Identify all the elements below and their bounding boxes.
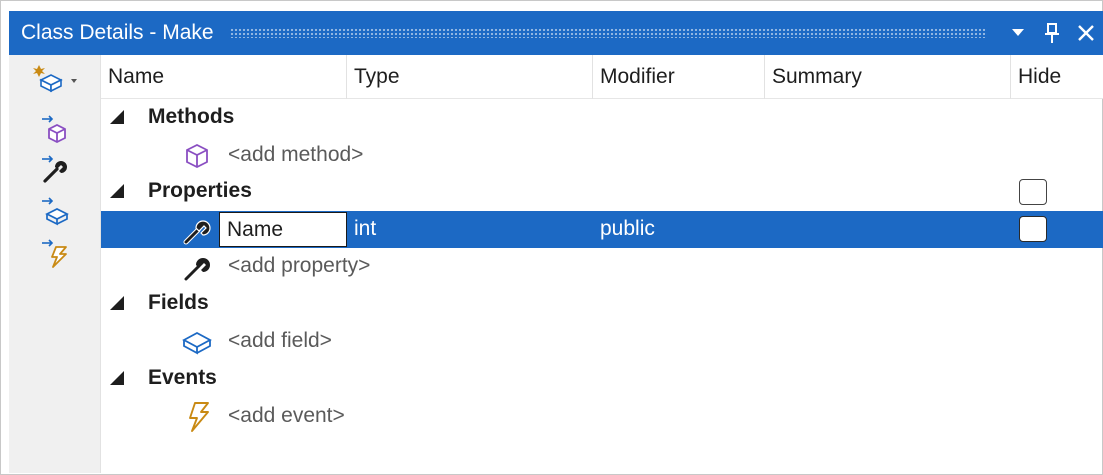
- member-toolbar: [9, 55, 101, 473]
- new-event-button[interactable]: [37, 237, 73, 273]
- window-title: Class Details - Make: [21, 21, 214, 44]
- collapse-triangle-icon[interactable]: [109, 295, 125, 311]
- new-method-icon: [40, 114, 70, 149]
- column-header-summary[interactable]: Summary: [765, 55, 1011, 99]
- new-property-button[interactable]: [37, 153, 73, 189]
- new-member-dropdown-button[interactable]: [27, 63, 85, 99]
- title-bar: Class Details - Make: [9, 11, 1103, 55]
- column-header-name[interactable]: Name: [101, 55, 347, 99]
- title-drag-grip[interactable]: [229, 28, 987, 38]
- add-property-row[interactable]: <add property>: [101, 248, 1103, 285]
- column-header-modifier[interactable]: Modifier: [593, 55, 765, 99]
- property-wrench-icon: [181, 251, 213, 283]
- new-property-icon: [40, 154, 70, 189]
- new-field-icon: [40, 196, 70, 231]
- chevron-down-icon: [1011, 28, 1025, 38]
- group-row-methods[interactable]: Methods: [101, 100, 1103, 137]
- group-row-fields[interactable]: Fields: [101, 286, 1103, 323]
- hide-properties-checkbox[interactable]: [1019, 179, 1047, 205]
- class-details-grid: Name Type Modifier Summary Hide Methods …: [101, 55, 1103, 473]
- group-label-methods: Methods: [148, 105, 235, 128]
- field-icon: [181, 326, 213, 358]
- group-label-events: Events: [148, 366, 217, 389]
- collapse-triangle-icon[interactable]: [109, 183, 125, 199]
- property-type-cell[interactable]: int: [354, 217, 376, 241]
- class-details-window: Class Details - Make Name Type Modifier …: [0, 0, 1103, 475]
- group-row-properties[interactable]: Properties: [101, 174, 1103, 211]
- close-button[interactable]: [1069, 11, 1103, 55]
- new-event-icon: [40, 238, 70, 273]
- pin-button[interactable]: [1035, 11, 1069, 55]
- column-header-type[interactable]: Type: [347, 55, 593, 99]
- new-member-dropdown-icon: [31, 64, 81, 99]
- add-property-placeholder[interactable]: <add property>: [228, 254, 370, 278]
- event-lightning-icon: [181, 401, 213, 433]
- property-row-name[interactable]: int public: [101, 211, 1103, 248]
- new-method-button[interactable]: [37, 113, 73, 149]
- collapse-triangle-icon[interactable]: [109, 370, 125, 386]
- add-event-placeholder[interactable]: <add event>: [228, 404, 345, 428]
- group-label-fields: Fields: [148, 291, 209, 314]
- window-menu-button[interactable]: [1001, 11, 1035, 55]
- hide-property-checkbox[interactable]: [1019, 216, 1047, 242]
- collapse-triangle-icon[interactable]: [109, 109, 125, 125]
- column-header-hide[interactable]: Hide: [1011, 55, 1103, 99]
- column-header-row: Name Type Modifier Summary Hide: [101, 55, 1103, 99]
- group-label-properties: Properties: [148, 179, 252, 202]
- property-name-input[interactable]: [219, 212, 347, 247]
- method-icon: [181, 140, 213, 172]
- property-wrench-icon: [181, 214, 213, 246]
- add-event-row[interactable]: <add event>: [101, 398, 1103, 435]
- new-field-button[interactable]: [37, 195, 73, 231]
- close-icon: [1077, 24, 1095, 42]
- add-method-placeholder[interactable]: <add method>: [228, 143, 363, 167]
- add-method-row[interactable]: <add method>: [101, 137, 1103, 174]
- add-field-placeholder[interactable]: <add field>: [228, 329, 332, 353]
- add-field-row[interactable]: <add field>: [101, 323, 1103, 360]
- property-modifier-cell[interactable]: public: [600, 217, 655, 241]
- group-row-events[interactable]: Events: [101, 361, 1103, 398]
- pin-icon: [1044, 22, 1060, 44]
